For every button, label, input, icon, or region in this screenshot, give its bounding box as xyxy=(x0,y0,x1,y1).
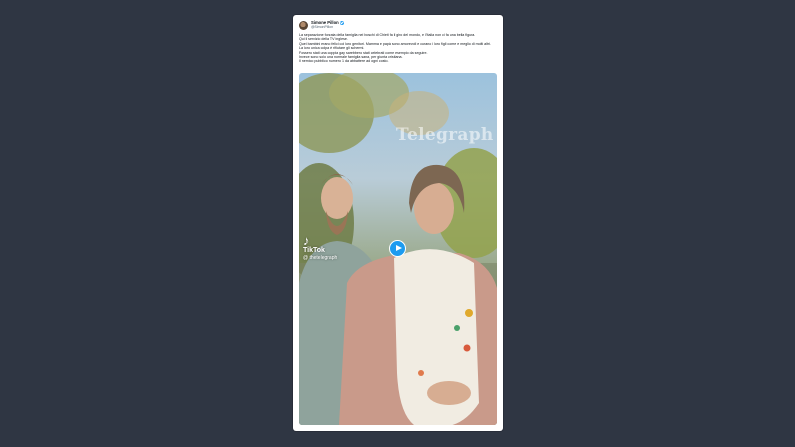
play-icon[interactable] xyxy=(389,240,406,257)
tiktok-overlay: ♪ TikTok @ thetelegraph xyxy=(303,233,338,261)
tweet-card[interactable]: Simone Pillon @SimonPillon La separazion… xyxy=(293,15,503,431)
tiktok-label: TikTok xyxy=(303,247,325,254)
tweet-header: Simone Pillon @SimonPillon xyxy=(299,20,344,30)
telegraph-watermark: Telegraph xyxy=(396,125,494,145)
tweet-text: La separazione forzata della famiglia ne… xyxy=(299,33,495,64)
verified-badge-icon xyxy=(339,20,344,25)
tiktok-handle: @ thetelegraph xyxy=(303,255,338,261)
author-handle[interactable]: @SimonPillon xyxy=(311,25,344,30)
avatar[interactable] xyxy=(299,20,308,30)
video-player[interactable]: Telegraph ♪ TikTok @ thetelegraph xyxy=(299,73,497,425)
author-info: Simone Pillon @SimonPillon xyxy=(311,20,344,30)
tiktok-icon: ♪ xyxy=(303,233,310,248)
tweet-line: Il nemico pubblico numero 1 da abbattere… xyxy=(299,59,389,64)
